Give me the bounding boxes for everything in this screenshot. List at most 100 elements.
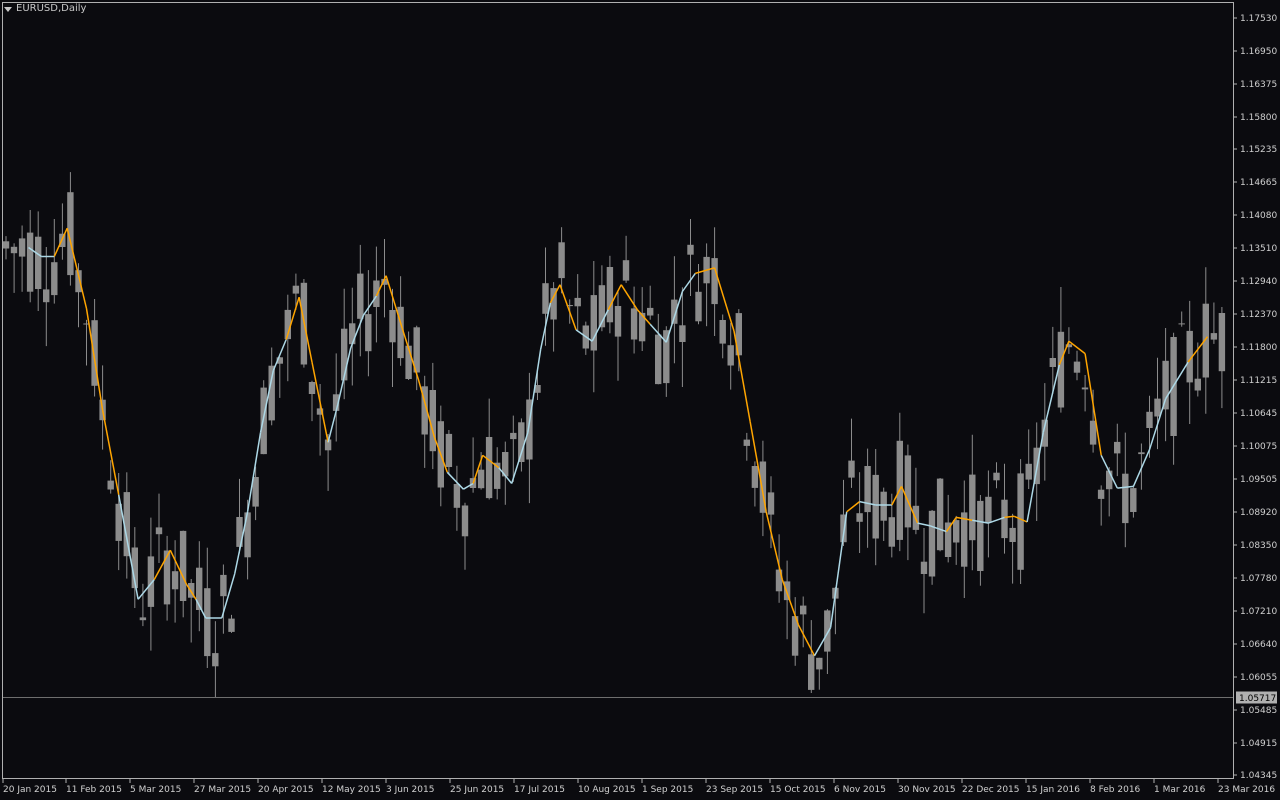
candle-body — [1162, 360, 1169, 410]
candle-body — [542, 283, 549, 314]
candle-body — [872, 474, 879, 539]
candle-body — [1122, 473, 1129, 524]
moving-average-segment — [765, 511, 784, 580]
candle-body — [1130, 488, 1137, 512]
moving-average-segment — [781, 579, 800, 626]
time-tick-label: 1 Sep 2015 — [642, 785, 693, 795]
price-tick-label: 1.04915 — [1240, 739, 1277, 749]
candle-body — [824, 610, 831, 652]
candle-body — [977, 500, 984, 571]
price-tick-label: 1.16950 — [1240, 47, 1277, 57]
moving-average-segment — [829, 511, 848, 628]
candle-body — [212, 653, 219, 667]
price-tick-label: 1.09505 — [1240, 475, 1277, 485]
time-tick-label: 11 Feb 2015 — [66, 785, 122, 795]
price-tick-label: 1.11800 — [1240, 343, 1277, 353]
candle-body — [711, 258, 718, 305]
candle-body — [308, 382, 316, 394]
candle-body — [453, 484, 461, 508]
moving-average-segment — [1164, 361, 1189, 400]
time-tick-label: 23 Sep 2015 — [706, 785, 763, 795]
candle-body — [719, 320, 726, 344]
current-price-label-text: 1.05717 — [1239, 694, 1276, 704]
candle-body — [252, 477, 259, 507]
candle-body — [1089, 420, 1097, 445]
price-tick-label: 1.15235 — [1240, 145, 1277, 155]
candle-body — [1210, 333, 1218, 340]
candle-body — [43, 289, 50, 303]
price-tick-label: 1.14665 — [1240, 178, 1277, 188]
price-tick-label: 1.04345 — [1240, 771, 1277, 781]
candle-body — [1194, 378, 1201, 391]
moving-average-segment — [846, 501, 861, 513]
current-price-label: 1.05717 — [1236, 691, 1277, 704]
moving-average-segment — [620, 284, 638, 311]
candle-body — [365, 314, 372, 352]
candle-body — [944, 522, 952, 557]
moving-average-segment — [1117, 485, 1134, 489]
candle-body — [204, 588, 211, 657]
moving-average-segment — [797, 624, 816, 657]
candle-body — [888, 517, 895, 547]
price-tick-label: 1.12940 — [1240, 277, 1277, 287]
triangle-down-icon[interactable] — [4, 6, 12, 12]
price-chart[interactable]: 1.17530 1.16950 1.16375 1.15800 1.15235 1.146… — [0, 0, 1280, 800]
candle-body — [373, 280, 380, 307]
time-tick-label: 27 Mar 2015 — [194, 785, 251, 795]
candle-body — [985, 496, 992, 523]
candle-body — [179, 530, 187, 601]
time-tick-label: 23 Mar 2016 — [1218, 785, 1275, 795]
price-tick-label: 1.07210 — [1240, 607, 1277, 617]
candle-body — [445, 433, 453, 467]
chart-symbol-title: EURUSD,Daily — [16, 3, 87, 14]
price-tick-label: 1.16375 — [1240, 80, 1277, 90]
candle-body — [171, 571, 179, 590]
time-tick-label: 15 Oct 2015 — [770, 785, 826, 795]
time-tick-label: 30 Nov 2015 — [898, 785, 956, 795]
candle-body — [349, 323, 356, 345]
candle-body — [341, 328, 348, 381]
price-axis: 1.17530 1.16950 1.16375 1.15800 1.15235 1.146… — [1233, 14, 1277, 781]
chart-title-bar[interactable]: EURUSD,Daily — [4, 3, 86, 14]
price-tick-label: 1.08920 — [1240, 508, 1277, 518]
candle-body — [196, 567, 203, 610]
candle-body — [1106, 470, 1113, 490]
candle-body — [856, 513, 863, 522]
candle-body — [920, 561, 928, 574]
candle-body — [687, 244, 694, 255]
time-tick-label: 25 Jun 2015 — [450, 785, 504, 795]
candle-body — [1017, 473, 1024, 570]
time-axis: 20 Jan 2015 11 Feb 2015 5 Mar 2015 27 Mar 2… — [2, 779, 1275, 795]
candle-body — [1009, 527, 1016, 542]
candle-body — [993, 472, 1000, 481]
candle-body — [163, 550, 171, 605]
candle-body — [808, 654, 815, 690]
time-tick-label: 12 May 2015 — [322, 785, 381, 795]
candle-body — [35, 236, 42, 289]
time-tick-label: 8 Feb 2016 — [1090, 785, 1141, 795]
candle-body — [904, 455, 912, 528]
price-tick-label: 1.17530 — [1240, 14, 1277, 24]
plot-border — [2, 2, 1234, 779]
candle-body — [816, 657, 823, 670]
candle-body — [1178, 323, 1185, 325]
price-tick-label: 1.15800 — [1240, 113, 1277, 123]
time-tick-label: 15 Jan 2016 — [1026, 785, 1080, 795]
candle-body — [928, 510, 936, 577]
time-tick-label: 20 Jan 2015 — [3, 785, 57, 795]
price-tick-label: 1.11215 — [1240, 376, 1277, 386]
moving-average-segment — [1042, 364, 1061, 433]
time-tick-label: 20 Apr 2015 — [258, 785, 314, 795]
candle-body — [228, 618, 235, 632]
candle-body — [139, 617, 147, 621]
price-tick-label: 1.08350 — [1240, 541, 1277, 551]
price-tick-label: 1.10645 — [1240, 409, 1277, 419]
candle-body — [848, 460, 855, 478]
candle-body — [1073, 361, 1081, 373]
price-tick-label: 1.12370 — [1240, 310, 1277, 320]
candle-body — [1049, 358, 1056, 367]
candle-body — [767, 492, 775, 515]
candle-body — [606, 267, 614, 323]
candle-body — [961, 512, 968, 567]
candle-body — [268, 365, 275, 421]
